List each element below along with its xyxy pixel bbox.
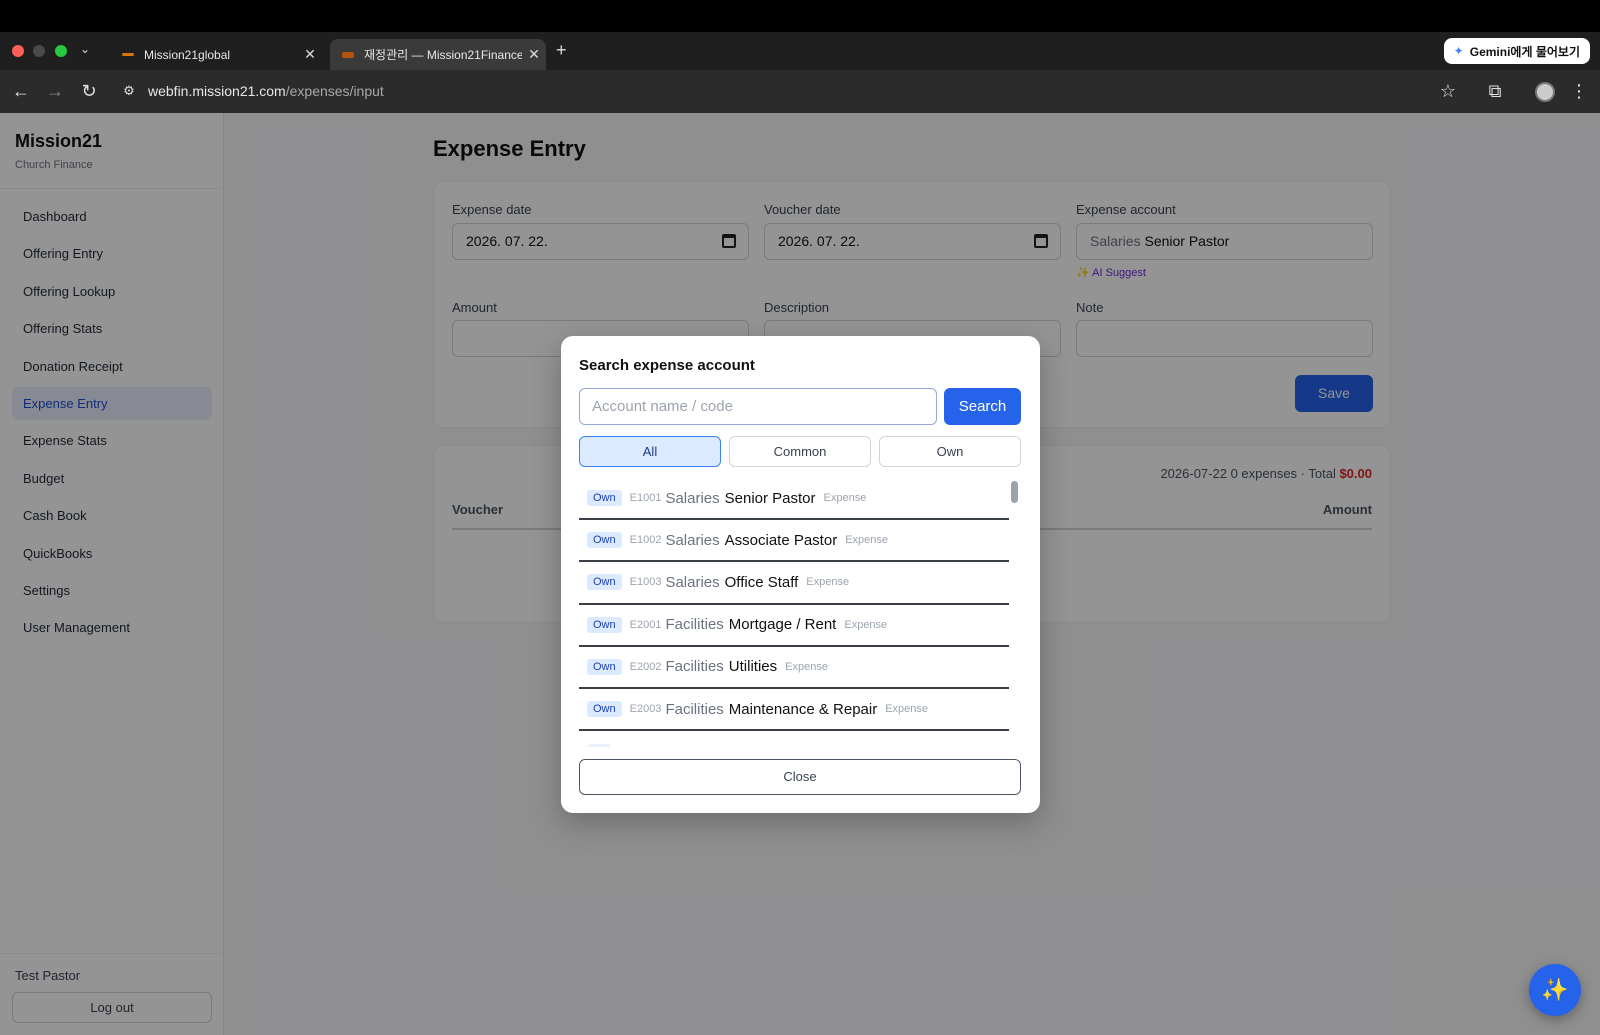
window-maximize-button[interactable] xyxy=(55,45,67,57)
tab-title: Mission21global xyxy=(144,47,231,62)
account-name: Mortgage / Rent xyxy=(728,616,837,634)
back-arrow-icon[interactable]: ← xyxy=(9,80,33,102)
account-search-button[interactable]: Search xyxy=(944,388,1021,425)
account-group: Salaries xyxy=(665,531,720,549)
browser-menu-icon[interactable]: ⋮ xyxy=(1567,80,1591,102)
tab-close-icon[interactable]: ✕ xyxy=(298,46,322,63)
account-result-row[interactable]: Own E2002 Facilities Utilities Expense xyxy=(579,647,1009,689)
account-name: Office Staff xyxy=(724,573,799,591)
account-search-input[interactable] xyxy=(579,388,937,425)
filter-all-button[interactable]: All xyxy=(579,436,721,467)
account-result-row[interactable]: Own E1002 Salaries Associate Pastor Expe… xyxy=(579,520,1009,563)
reload-icon[interactable]: ↻ xyxy=(77,80,101,102)
scope-badge: Own xyxy=(587,658,622,675)
scope-badge: Own xyxy=(587,574,622,591)
account-name: Senior Pastor xyxy=(724,489,816,507)
bookmark-star-icon[interactable]: ☆ xyxy=(1436,80,1460,102)
window-close-button[interactable] xyxy=(12,45,24,57)
account-group: Facilities xyxy=(665,616,724,634)
browser-tab-mission21global[interactable]: Mission21global ✕ xyxy=(110,39,322,70)
account-group: Salaries xyxy=(665,489,720,507)
tab-favicon-icon xyxy=(122,53,134,56)
account-code: E2002 xyxy=(629,660,662,673)
tab-close-icon[interactable]: ✕ xyxy=(522,46,546,63)
account-result-row[interactable]: Own E2003 Facilities Maintenance & Repai… xyxy=(579,689,1009,732)
system-top-bar xyxy=(0,0,1600,32)
account-name: Utilities xyxy=(728,658,778,676)
results-scrollbar[interactable] xyxy=(1008,478,1020,747)
account-kind: Expense xyxy=(823,492,867,505)
scope-badge: Own xyxy=(587,532,622,549)
gemini-sparkle-icon: ✦ xyxy=(1453,44,1464,58)
account-result-row[interactable]: Own E1001 Salaries Senior Pastor Expense xyxy=(579,478,1009,521)
filter-common-button[interactable]: Common xyxy=(729,436,871,467)
account-result-row-partial[interactable] xyxy=(579,731,1009,747)
account-code: E2003 xyxy=(629,703,662,716)
browser-tab-finance[interactable]: 재정관리 — Mission21Finance W ✕ xyxy=(330,39,546,70)
tab-list-chevron-icon[interactable]: ⌄ xyxy=(80,42,90,56)
account-name: Maintenance & Repair xyxy=(728,700,878,718)
account-results-list: Own E1001 Salaries Senior Pastor Expense… xyxy=(579,478,1009,747)
window-minimize-button[interactable] xyxy=(33,45,45,57)
account-group: Facilities xyxy=(665,700,724,718)
scope-badge: Own xyxy=(587,616,622,633)
account-search-modal: Search expense account Search All Common… xyxy=(561,336,1040,813)
account-code: E2001 xyxy=(629,618,662,631)
site-info-icon[interactable]: ⚙ xyxy=(117,80,141,102)
account-group: Salaries xyxy=(665,573,720,591)
account-code: E1002 xyxy=(629,534,662,547)
profile-avatar-icon[interactable] xyxy=(1535,82,1555,102)
extensions-puzzle-icon[interactable]: ⧉ xyxy=(1483,80,1507,102)
ai-assistant-sparkle-icon[interactable]: ✨ xyxy=(1529,964,1581,1016)
gemini-ask-button[interactable]: ✦ Gemini에게 물어보기 xyxy=(1443,38,1590,64)
scope-badge xyxy=(587,744,612,747)
account-kind: Expense xyxy=(844,618,888,631)
account-group: Facilities xyxy=(665,658,724,676)
tab-favicon-icon xyxy=(342,51,354,58)
account-result-row[interactable]: Own E2001 Facilities Mortgage / Rent Exp… xyxy=(579,605,1009,647)
account-kind: Expense xyxy=(885,703,929,716)
account-kind: Expense xyxy=(785,660,828,673)
filter-own-button[interactable]: Own xyxy=(879,436,1021,467)
url-field[interactable]: webfin.mission21.com/expenses/input xyxy=(148,83,384,99)
account-code: E1001 xyxy=(629,492,662,505)
scope-badge: Own xyxy=(587,701,622,718)
tab-title: 재정관리 — Mission21Finance W xyxy=(364,48,522,62)
scope-badge: Own xyxy=(587,490,622,507)
new-tab-plus-icon[interactable]: + xyxy=(556,40,567,61)
gemini-label: Gemini에게 물어보기 xyxy=(1469,44,1580,59)
account-code: E1003 xyxy=(629,576,662,589)
modal-title: Search expense account xyxy=(579,357,755,374)
account-name: Associate Pastor xyxy=(724,531,838,549)
url-path: /expenses/input xyxy=(285,83,384,99)
forward-arrow-icon[interactable]: → xyxy=(43,80,67,102)
url-host: webfin.mission21.com xyxy=(148,83,286,99)
scrollbar-thumb[interactable] xyxy=(1011,481,1018,503)
account-kind: Expense xyxy=(806,576,850,589)
modal-close-button[interactable]: Close xyxy=(579,759,1021,795)
account-kind: Expense xyxy=(845,534,889,547)
account-result-row[interactable]: Own E1003 Salaries Office Staff Expense xyxy=(579,562,1009,605)
